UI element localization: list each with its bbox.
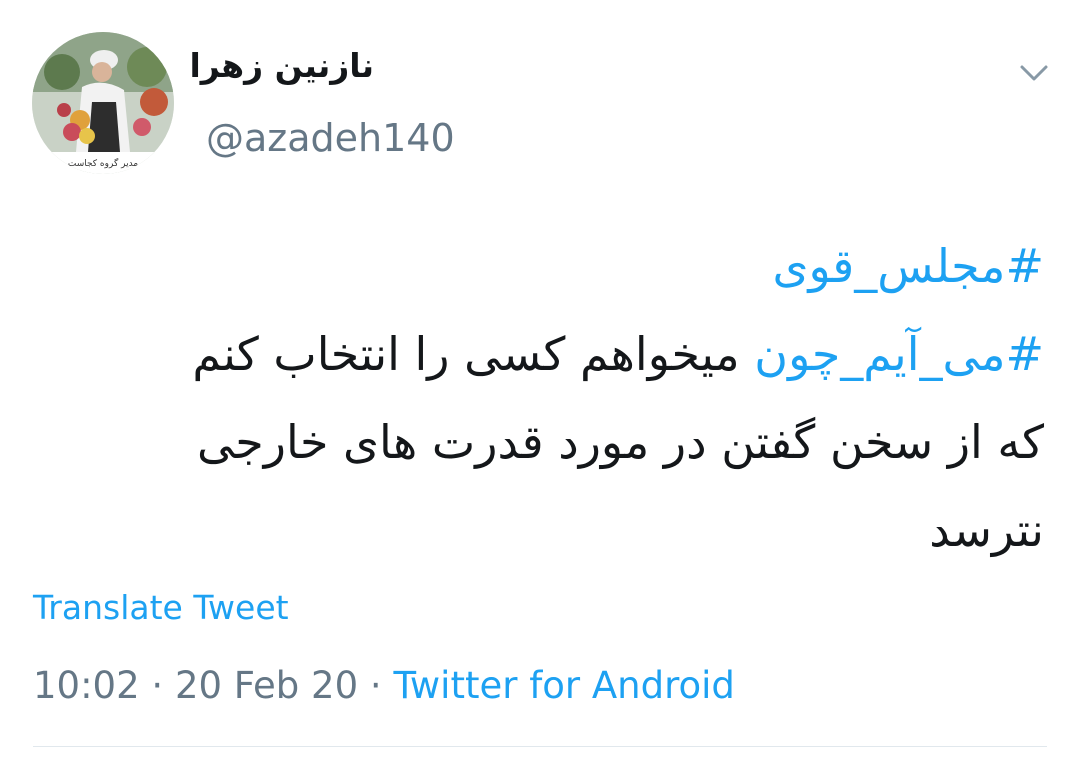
tweet-source-link[interactable]: Twitter for Android xyxy=(393,664,734,707)
translate-tweet-link[interactable]: Translate Tweet xyxy=(33,588,289,627)
avatar[interactable]: مدیر گروه کجاست xyxy=(32,32,174,174)
hashtag-link[interactable]: #مجلس_قوی xyxy=(772,239,1044,293)
chevron-down-icon xyxy=(1020,65,1048,81)
meta-separator: · xyxy=(358,664,394,707)
tweet-line-2: #می_آیم_چون میخواهم کسی را انتخاب کنم xyxy=(34,310,1044,398)
tweet-line-4: نترسد xyxy=(929,503,1044,557)
divider xyxy=(33,746,1047,747)
tweet-date[interactable]: 20 Feb 20 xyxy=(175,664,358,707)
tweet-line-3: که از سخن گفتن در مورد قدرت های خارجی xyxy=(196,415,1044,469)
avatar-caption: مدیر گروه کجاست xyxy=(68,157,138,169)
more-options-button[interactable] xyxy=(1016,60,1052,86)
user-handle[interactable]: @azadeh140 xyxy=(206,116,455,160)
tweet-text-segment: میخواهم کسی را انتخاب کنم xyxy=(192,327,755,381)
tweet-text: #مجلس_قوی #می_آیم_چون میخواهم کسی را انت… xyxy=(34,222,1044,574)
tweet-line-1: #مجلس_قوی xyxy=(34,222,1044,310)
tweet-time[interactable]: 10:02 xyxy=(33,664,140,707)
avatar-image: مدیر گروه کجاست xyxy=(32,32,174,174)
tweet-meta: 10:02 · 20 Feb 20 · Twitter for Android xyxy=(33,664,735,707)
display-name[interactable]: نازنین زهرا xyxy=(189,46,374,85)
hashtag-link[interactable]: #می_آیم_چون xyxy=(754,327,1044,381)
meta-separator: · xyxy=(139,664,175,707)
